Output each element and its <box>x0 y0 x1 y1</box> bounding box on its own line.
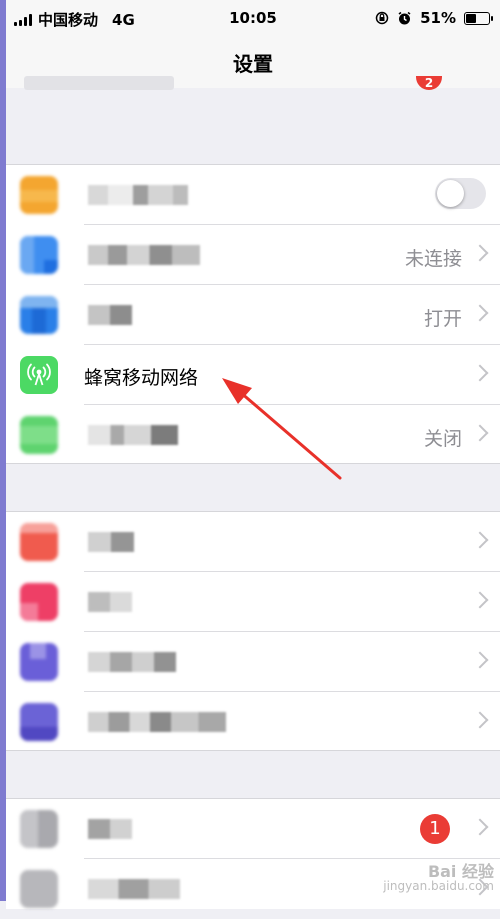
obscured-label <box>88 819 132 839</box>
page-title: 设置 <box>233 52 273 76</box>
settings-row-notifications[interactable] <box>6 512 500 572</box>
obscured-label <box>88 879 180 899</box>
settings-row-personal-hotspot[interactable]: 关闭 <box>6 405 500 465</box>
top-row-badge: 2 <box>416 76 442 90</box>
navigation-bar: 设置 2 <box>6 36 500 90</box>
notifications-icon <box>20 523 58 561</box>
settings-section-notifications <box>6 511 500 751</box>
wifi-icon <box>20 236 58 274</box>
settings-row-do-not-disturb[interactable] <box>6 632 500 692</box>
watermark: Bai 经验 jingyan.baidu.com <box>383 862 494 894</box>
status-bar: 中国移动 4G 10:05 51% <box>6 0 500 36</box>
chevron-right-icon <box>471 818 489 836</box>
chevron-right-icon <box>471 364 489 382</box>
settings-row-airplane-mode[interactable] <box>6 165 500 225</box>
cellular-antenna-icon <box>20 356 58 394</box>
chevron-right-icon <box>471 531 489 549</box>
settings-row-general[interactable]: 1 <box>6 799 500 859</box>
settings-section-connectivity: 未连接 打开 蜂窝移动网络 关闭 <box>6 164 500 464</box>
settings-row-screen-time[interactable] <box>6 692 500 752</box>
hotspot-status-value: 关闭 <box>423 428 462 450</box>
status-right: 51% <box>375 9 493 27</box>
obscured-label <box>88 245 200 265</box>
bluetooth-status-value: 打开 <box>423 308 462 330</box>
watermark-url: jingyan.baidu.com <box>383 879 494 893</box>
obscured-label <box>88 185 188 205</box>
settings-row-cellular[interactable]: 蜂窝移动网络 <box>6 345 500 405</box>
wifi-status-value: 未连接 <box>404 248 462 270</box>
control-center-icon <box>20 870 58 908</box>
general-update-badge: 1 <box>420 814 450 844</box>
obscured-label <box>88 532 134 552</box>
obscured-row-text <box>24 76 174 90</box>
obscured-label <box>88 425 178 445</box>
bluetooth-icon <box>20 296 58 334</box>
chevron-right-icon <box>471 304 489 322</box>
chevron-right-icon <box>471 711 489 729</box>
sounds-icon <box>20 583 58 621</box>
chevron-right-icon <box>471 591 489 609</box>
gear-icon <box>20 810 58 848</box>
orientation-lock-icon <box>375 11 389 25</box>
moon-icon <box>20 643 58 681</box>
airplane-icon <box>20 176 58 214</box>
airplane-mode-toggle[interactable] <box>435 178 486 209</box>
settings-row-wifi[interactable]: 未连接 <box>6 225 500 285</box>
settings-row-sounds[interactable] <box>6 572 500 632</box>
chevron-right-icon <box>471 424 489 442</box>
watermark-brand: Bai 经验 <box>427 862 494 881</box>
obscured-label <box>88 712 226 732</box>
hotspot-icon <box>20 416 58 454</box>
chevron-right-icon <box>471 651 489 669</box>
alarm-icon <box>398 11 411 24</box>
settings-row-bluetooth[interactable]: 打开 <box>6 285 500 345</box>
chevron-right-icon <box>471 244 489 262</box>
battery-icon <box>464 11 493 25</box>
cellular-label: 蜂窝移动网络 <box>84 367 199 389</box>
battery-percent: 51% <box>420 9 456 27</box>
obscured-label <box>88 652 176 672</box>
obscured-label <box>88 592 132 612</box>
obscured-label <box>88 305 132 325</box>
hourglass-icon <box>20 703 58 741</box>
